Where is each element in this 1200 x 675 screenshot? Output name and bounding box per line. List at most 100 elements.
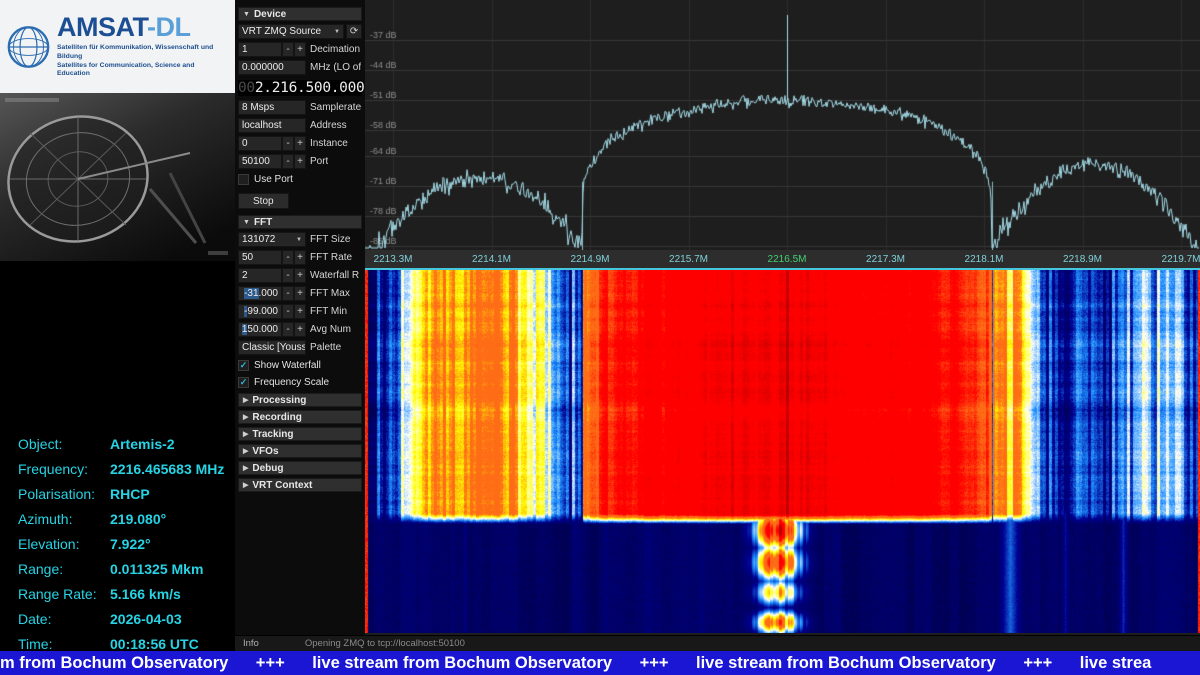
lo-offset-input[interactable]: 0.000000 xyxy=(238,60,306,75)
decimation-row: 1 -+ Decimation xyxy=(238,42,362,57)
panel-vrt-context[interactable]: ▶VRT Context xyxy=(238,478,362,492)
waterfall-rate-value: 2 xyxy=(242,270,248,281)
minus-button[interactable]: - xyxy=(282,322,294,337)
instance-stepper[interactable]: 0 xyxy=(238,136,282,151)
caret-right-icon: ▶ xyxy=(243,430,248,438)
panel-recording[interactable]: ▶Recording xyxy=(238,410,362,424)
waterfall-rate-row: 2-+Waterfall R xyxy=(238,268,362,283)
caret-right-icon: ▶ xyxy=(243,396,248,404)
freq-scale-label: 2219.7M xyxy=(1162,254,1200,265)
palette-select[interactable]: Classic [Youssef Toui xyxy=(238,340,306,355)
status-bar: Info Opening ZMQ to tcp://localhost:5010… xyxy=(235,635,1200,651)
address-input[interactable]: localhost xyxy=(238,118,306,133)
panel-tracking[interactable]: ▶ Tracking xyxy=(238,427,362,441)
plus-button[interactable]: + xyxy=(294,154,306,169)
fft-rate-stepper[interactable]: 50 xyxy=(238,250,282,265)
minus-button[interactable]: - xyxy=(282,250,294,265)
antenna-webcam-view xyxy=(0,93,235,261)
panel-tracking-title: Tracking xyxy=(252,429,293,440)
fft-size-select[interactable]: 131072▼ xyxy=(238,232,306,247)
avg-num-label: Avg Num xyxy=(310,324,351,335)
telemetry-label: Azimuth: xyxy=(18,511,110,527)
telemetry-label: Elevation: xyxy=(18,536,110,552)
telemetry-row: Frequency:2216.465683 MHz xyxy=(18,457,224,482)
minus-button[interactable]: - xyxy=(282,304,294,319)
use-port-label: Use Port xyxy=(254,174,293,185)
caret-right-icon: ▶ xyxy=(243,464,248,472)
fft-panel-header[interactable]: ▼ FFT xyxy=(238,215,362,229)
minus-button[interactable]: - xyxy=(282,136,294,151)
source-select-value: VRT ZMQ Source xyxy=(242,26,321,37)
minus-button[interactable]: - xyxy=(282,286,294,301)
frequency-scale[interactable]: 2213.3M2214.1M2214.9M2215.7M2216.5M2217.… xyxy=(365,250,1200,270)
avg-num-stepper[interactable]: 150.000 xyxy=(238,322,282,337)
palette-select-value: Classic [Youssef Toui xyxy=(242,342,306,353)
freq-scale-label: 2214.1M xyxy=(472,254,511,265)
palette-label: Palette xyxy=(310,342,341,353)
frequency-scale-row: ✓Frequency Scale xyxy=(238,376,362,389)
fft-max-label: FFT Max xyxy=(310,288,350,299)
show-waterfall-label: Show Waterfall xyxy=(254,360,321,371)
samplerate-row: 8 Msps Samplerate xyxy=(238,100,362,115)
sdr-sidebar: ▼ Device VRT ZMQ Source ▼ ⟳ 1-+Decimatio… xyxy=(235,0,365,635)
decimation-label: Decimation xyxy=(310,44,360,55)
samplerate-input[interactable]: 8 Msps xyxy=(238,100,306,115)
plus-button[interactable]: + xyxy=(294,322,306,337)
plus-button[interactable]: + xyxy=(294,42,306,57)
port-stepper[interactable]: 50100 xyxy=(238,154,282,169)
chevron-down-icon: ▼ xyxy=(294,237,302,243)
waterfall-rate-stepper[interactable]: 2 xyxy=(238,268,282,283)
panel-vfos[interactable]: ▶VFOs xyxy=(238,444,362,458)
address-label: Address xyxy=(310,120,347,131)
fft-rate-row: 50-+ FFT Rate xyxy=(238,250,362,265)
fft-size-row: 131072▼FFT Size xyxy=(238,232,362,247)
fft-rate-label: FFT Rate xyxy=(310,252,352,263)
plus-button[interactable]: + xyxy=(294,268,306,283)
stop-button[interactable]: Stop xyxy=(238,193,289,209)
panel-processing[interactable]: ▶Processing xyxy=(238,393,362,407)
instance-value: 0 xyxy=(242,138,248,149)
telemetry-label: Polarisation: xyxy=(18,486,110,502)
telemetry-row: Time:00:18:56 UTC xyxy=(18,631,224,656)
samplerate-label: Samplerate xyxy=(310,102,361,113)
fft-min-stepper[interactable]: -99.000 xyxy=(238,304,282,319)
use-port-row: Use Port xyxy=(238,173,362,186)
decimation-value: 1 xyxy=(242,44,248,55)
minus-button[interactable]: - xyxy=(282,154,294,169)
telemetry-label: Object: xyxy=(18,436,110,452)
lo-offset-value: 0.000000 xyxy=(242,62,284,73)
waterfall-canvas[interactable] xyxy=(365,270,1200,633)
frequency-display[interactable]: 002.216.500.000Hz xyxy=(238,80,362,96)
minus-button[interactable]: - xyxy=(282,42,294,57)
fft-min-label: FFT Min xyxy=(310,306,347,317)
telemetry-label: Range Rate: xyxy=(18,586,110,602)
lo-offset-row: 0.000000MHz (LO of xyxy=(238,60,362,75)
telemetry-value: 2216.465683 MHz xyxy=(110,461,224,477)
source-select[interactable]: VRT ZMQ Source ▼ xyxy=(238,24,344,39)
plus-button[interactable]: + xyxy=(294,286,306,301)
decimation-stepper[interactable]: 1 xyxy=(238,42,282,57)
show-waterfall-checkbox[interactable]: ✓ xyxy=(238,360,249,371)
plus-button[interactable]: + xyxy=(294,250,306,265)
telemetry-value: 00:18:56 UTC xyxy=(110,636,199,652)
plus-button[interactable]: + xyxy=(294,136,306,151)
minus-button[interactable]: - xyxy=(282,268,294,283)
palette-row: Classic [Youssef Toui Palette xyxy=(238,340,362,355)
show-waterfall-row: ✓ Show Waterfall xyxy=(238,359,362,372)
telemetry-block: Object:Artemis-2Frequency:2216.465683 MH… xyxy=(18,432,224,656)
fft-spectrum-canvas[interactable] xyxy=(365,0,1200,250)
device-panel-header[interactable]: ▼ Device xyxy=(238,7,362,21)
address-value: localhost xyxy=(242,120,281,131)
plus-button[interactable]: + xyxy=(294,304,306,319)
fft-max-stepper[interactable]: -31.000 xyxy=(238,286,282,301)
refresh-button[interactable]: ⟳ xyxy=(346,24,362,39)
frequency-scale-checkbox[interactable]: ✓ xyxy=(238,377,249,388)
telemetry-label: Time: xyxy=(18,636,110,652)
freq-scale-label: 2214.9M xyxy=(571,254,610,265)
panel-debug[interactable]: ▶Debug xyxy=(238,461,362,475)
panel-vrt-context-title: VRT Context xyxy=(252,480,312,491)
use-port-checkbox[interactable] xyxy=(238,174,249,185)
caret-down-icon: ▼ xyxy=(243,219,250,226)
telemetry-value: 7.922° xyxy=(110,536,151,552)
telemetry-label: Range: xyxy=(18,561,110,577)
